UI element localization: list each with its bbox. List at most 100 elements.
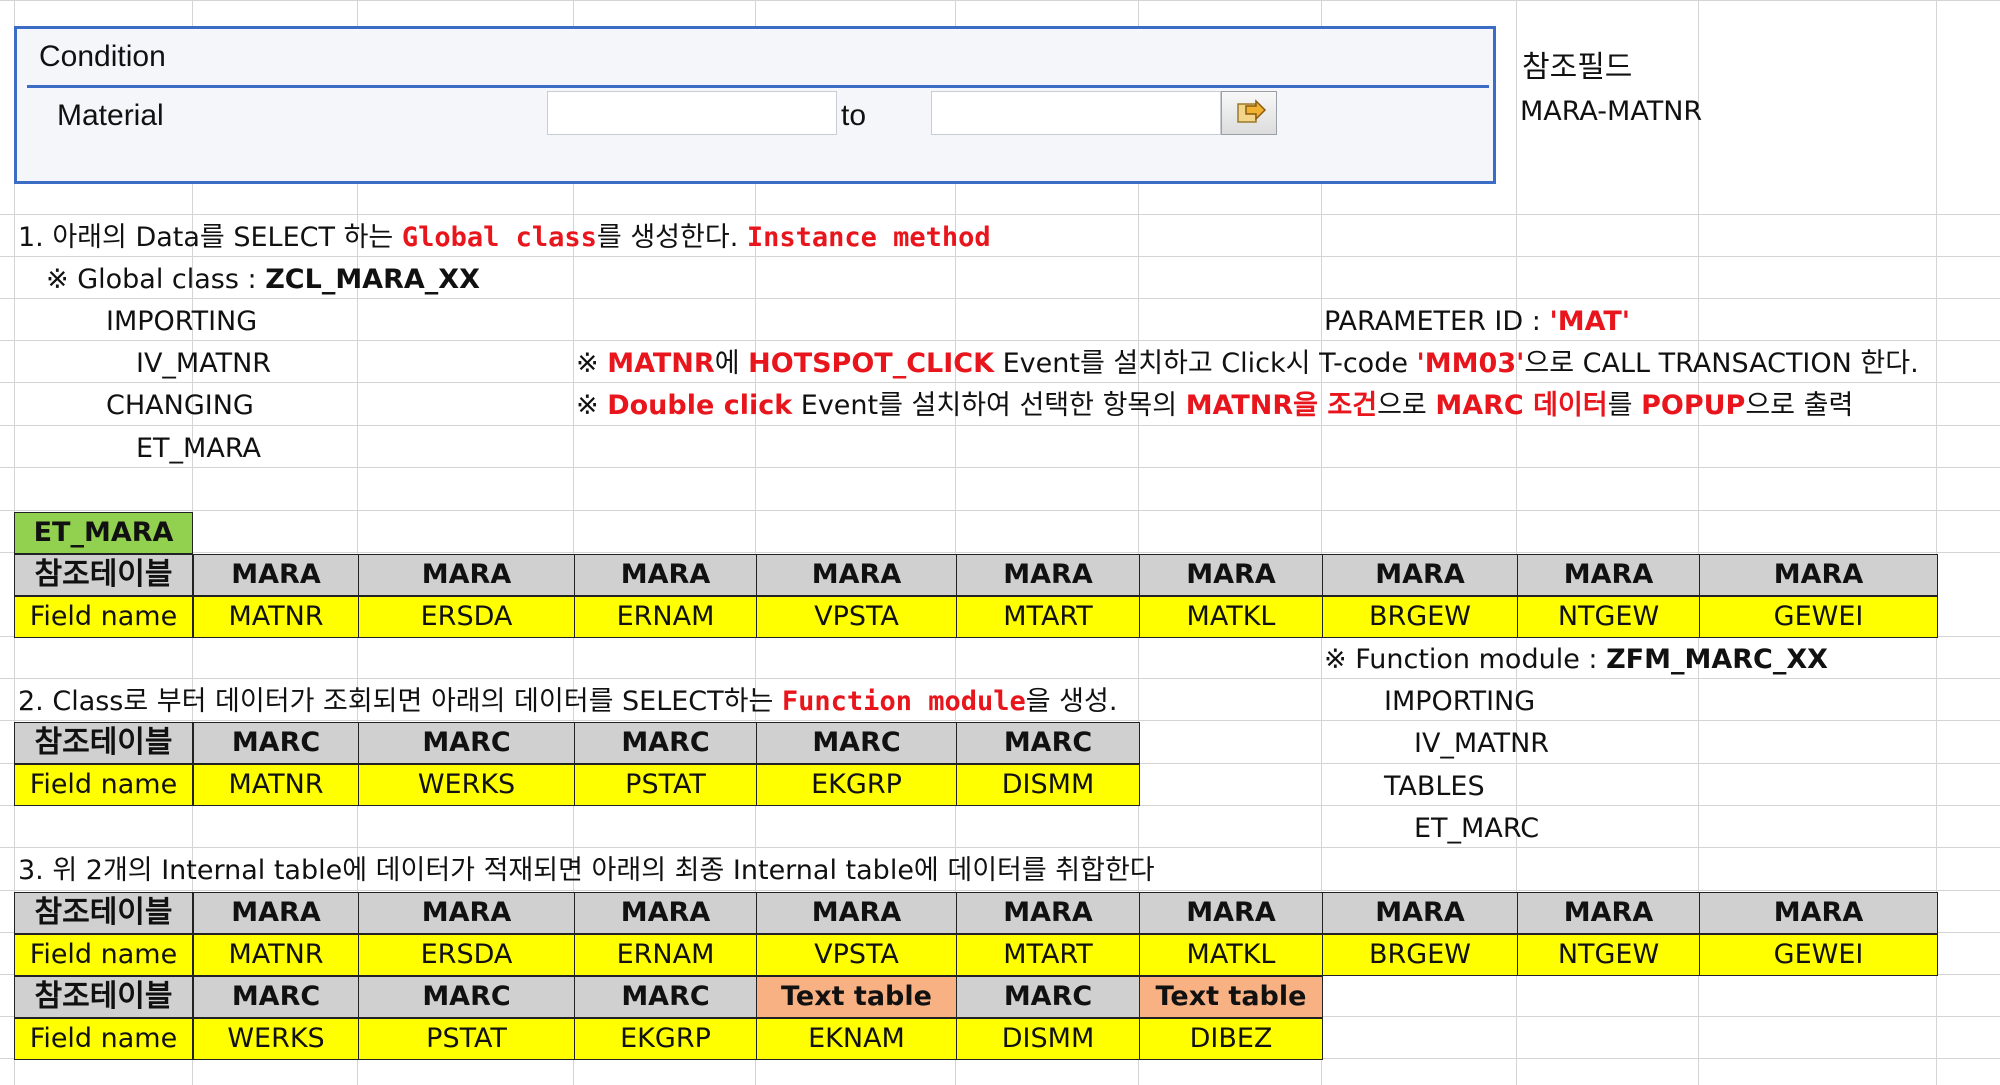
section3-heading: 3. 위 2개의 Internal table에 데이터가 적재되면 아래의 최… [18, 855, 1155, 886]
hotspot-text1: 에 [714, 348, 749, 379]
t1-field-cell: MTART [956, 596, 1140, 638]
t2-field-label: Field name [14, 764, 193, 806]
section2-heading: 2. Class로 부터 데이터가 조회되면 아래의 데이터를 SELECT하는… [18, 682, 1117, 722]
fm-tables-label: TABLES [1384, 771, 1485, 802]
importing-label: IMPORTING [106, 306, 258, 337]
global-class-line: ※ Global class : ZCL_MARA_XX [46, 260, 480, 300]
parameter-id: PARAMETER ID : 'MAT' [1324, 302, 1630, 342]
dc-double-click: Double click [607, 390, 793, 421]
section1-text2: 를 생성한다. [596, 222, 747, 253]
t1-field-cell: BRGEW [1322, 596, 1518, 638]
t3-ref-label-1: 참조테이블 [14, 892, 193, 934]
t3-field-label-1: Field name [14, 934, 193, 976]
material-label: Material [57, 99, 164, 132]
t3-row2-table-cell: Text table [756, 976, 957, 1018]
t1-table-cell: MARA [358, 554, 575, 596]
parameter-id-prefix: PARAMETER ID : [1324, 306, 1550, 337]
t1-field-cell: ERNAM [574, 596, 757, 638]
t3-row1-table-cell: MARA [956, 892, 1140, 934]
t1-table-cell: MARA [756, 554, 957, 596]
t1-field-cell: GEWEI [1699, 596, 1938, 638]
dc-condition: MATNR을 조건 [1185, 390, 1378, 421]
t1-table-cell: MARA [574, 554, 757, 596]
hotspot-text2: Event를 설치하고 Click시 T-code [994, 348, 1417, 379]
ref-field-value: MARA-MATNR [1520, 96, 1703, 127]
t1-table-cell: MARA [193, 554, 359, 596]
condition-title: Condition [39, 40, 166, 73]
t3-row2-table-cell: MARC [956, 976, 1140, 1018]
material-to-input[interactable] [931, 91, 1221, 135]
hotspot-matnr: MATNR [607, 348, 715, 379]
dc-marc-data: MARC 데이터 [1435, 390, 1608, 421]
t3-field-label-2: Field name [14, 1018, 193, 1060]
t1-table-cell: MARA [1517, 554, 1700, 596]
t2-table-cell: MARC [956, 722, 1140, 764]
t2-table-cell: MARC [574, 722, 757, 764]
condition-panel: Condition Material to [14, 26, 1496, 184]
t1-field-cell: MATKL [1139, 596, 1323, 638]
t3-row2-field-cell: DISMM [956, 1018, 1140, 1060]
t3-row2-table-cell: MARC [358, 976, 575, 1018]
et-mara-title-cell: ET_MARA [14, 512, 193, 554]
dc-mark: ※ [576, 390, 608, 421]
t1-field-cell: VPSTA [756, 596, 957, 638]
t3-row1-field-cell: GEWEI [1699, 934, 1938, 976]
material-from-input[interactable] [547, 91, 837, 135]
t1-field-cell: NTGEW [1517, 596, 1700, 638]
fm-et-marc-label: ET_MARC [1414, 813, 1540, 844]
changing-label: CHANGING [106, 390, 254, 421]
to-label: to [841, 99, 867, 132]
t2-field-cell: MATNR [193, 764, 359, 806]
t1-field-cell: MATNR [193, 596, 359, 638]
fm-name: ZFM_MARC_XX [1606, 644, 1828, 675]
hotspot-text3: 으로 CALL TRANSACTION 한다. [1524, 348, 1919, 379]
t3-ref-label-2: 참조테이블 [14, 976, 193, 1018]
dc-text2: 으로 [1377, 390, 1436, 421]
double-click-note: ※ Double click Event를 설치하여 선택한 항목의 MATNR… [576, 386, 1853, 426]
t3-row1-table-cell: MARA [1322, 892, 1518, 934]
t2-field-cell: EKGRP [756, 764, 957, 806]
multiple-selection-button[interactable] [1221, 91, 1277, 135]
t2-field-cell: WERKS [358, 764, 575, 806]
t3-row2-field-cell: EKNAM [756, 1018, 957, 1060]
t1-field-cell: ERSDA [358, 596, 575, 638]
t3-row1-table-cell: MARA [1699, 892, 1938, 934]
fm-prefix: ※ Function module : [1324, 644, 1607, 675]
global-class-prefix: ※ Global class : [46, 264, 266, 295]
t3-row2-field-cell: PSTAT [358, 1018, 575, 1060]
t3-row1-field-cell: VPSTA [756, 934, 957, 976]
fm-importing-label: IMPORTING [1384, 686, 1536, 717]
section1-heading: 1. 아래의 Data를 SELECT 하는 Global class를 생성한… [18, 218, 991, 258]
t3-row1-table-cell: MARA [1139, 892, 1323, 934]
t3-row2-table-cell: MARC [193, 976, 359, 1018]
t3-row1-field-cell: ERSDA [358, 934, 575, 976]
t3-row1-field-cell: BRGEW [1322, 934, 1518, 976]
condition-divider [27, 85, 1489, 88]
ref-field-label: 참조필드 [1522, 50, 1633, 85]
t1-table-cell: MARA [1699, 554, 1938, 596]
dc-text3: 를 [1607, 390, 1642, 421]
dc-text1: Event를 설치하여 선택한 항목의 [792, 390, 1186, 421]
fm-iv-matnr-label: IV_MATNR [1414, 728, 1550, 759]
t1-table-cell: MARA [956, 554, 1140, 596]
t1-table-cell: MARA [1322, 554, 1518, 596]
global-class-name: ZCL_MARA_XX [265, 264, 480, 295]
hotspot-click: HOTSPOT_CLICK [748, 348, 995, 379]
t3-row1-table-cell: MARA [574, 892, 757, 934]
t2-field-cell: DISMM [956, 764, 1140, 806]
section2-function-module: Function module [781, 686, 1026, 717]
t3-row2-field-cell: WERKS [193, 1018, 359, 1060]
t3-row2-field-cell: EKGRP [574, 1018, 757, 1060]
et-mara-label: ET_MARA [136, 433, 261, 464]
t3-row1-field-cell: MATKL [1139, 934, 1323, 976]
t2-ref-label: 참조테이블 [14, 722, 193, 764]
t1-field-label: Field name [14, 596, 193, 638]
t3-row2-field-cell: DIBEZ [1139, 1018, 1323, 1060]
hotspot-mark: ※ [576, 348, 608, 379]
t3-row1-table-cell: MARA [756, 892, 957, 934]
t3-row1-field-cell: ERNAM [574, 934, 757, 976]
t1-ref-label: 참조테이블 [14, 554, 193, 596]
section1-instance-method: Instance method [746, 222, 991, 253]
t3-row2-table-cell: Text table [1139, 976, 1323, 1018]
t1-table-cell: MARA [1139, 554, 1323, 596]
